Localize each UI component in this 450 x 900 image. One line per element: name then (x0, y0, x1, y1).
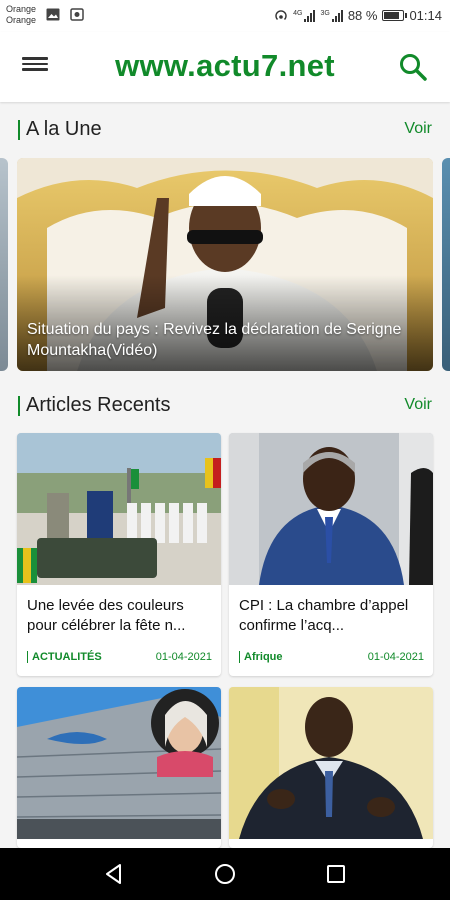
article-category[interactable]: Afrique (239, 651, 283, 663)
app-title: www.actu7.net (115, 48, 335, 83)
status-right: 4G 3G 88 % 01:14 (274, 8, 442, 23)
headline-caption: Situation du pays : Revivez la déclarati… (27, 321, 402, 359)
previous-slide-peek[interactable] (0, 158, 8, 371)
article-thumbnail (17, 433, 221, 585)
article-card[interactable]: CPI : La chambre d’appel confirme l’acq.… (229, 433, 433, 676)
article-card[interactable] (229, 687, 433, 848)
gallery-notification-icon (46, 8, 60, 21)
article-thumbnail (229, 433, 433, 585)
home-circle-icon[interactable] (213, 862, 237, 886)
carrier-2: Orange (6, 15, 37, 25)
recents-square-icon[interactable] (324, 862, 348, 886)
recent-section-title: Articles Recents (26, 394, 171, 416)
section-accent-bar (18, 120, 20, 140)
search-icon[interactable] (398, 52, 428, 82)
article-date: 01-04-2021 (155, 651, 212, 663)
headline-slide[interactable]: Situation du pays : Revivez la déclarati… (17, 158, 433, 371)
back-triangle-icon[interactable] (102, 862, 126, 886)
sim2-network-type: 3G (320, 9, 330, 17)
signal-icon-sim1: 4G (293, 9, 316, 22)
screenshot-notification-icon (70, 8, 84, 21)
carrier-labels: Orange Orange (6, 4, 36, 26)
system-navigation-bar (0, 848, 450, 900)
headline-section-header: A la Une Voir (0, 114, 450, 144)
section-accent-bar (18, 396, 20, 416)
status-bar: Orange Orange 4G 3G 88 % 01:14 (0, 0, 450, 32)
headline-section-title: A la Une (26, 118, 102, 140)
app-bar: www.actu7.net (0, 32, 450, 102)
next-slide-peek[interactable] (442, 158, 450, 371)
article-title: CPI : La chambre d’appel confirme l’acq.… (239, 597, 409, 634)
signal-icon-sim2: 3G (320, 9, 343, 22)
article-card[interactable] (17, 687, 221, 848)
article-card[interactable]: Une levée des couleurs pour célébrer la … (17, 433, 221, 676)
article-category[interactable]: ACTUALITÉS (27, 651, 102, 663)
recent-section-header: Articles Recents Voir (0, 390, 450, 420)
hotspot-icon (275, 10, 287, 20)
battery-icon (382, 10, 408, 21)
headline-carousel[interactable]: Situation du pays : Revivez la déclarati… (0, 158, 450, 371)
carrier-1: Orange (6, 4, 37, 14)
recent-see-all-link[interactable]: Voir (404, 396, 432, 414)
article-thumbnail (17, 687, 221, 839)
battery-percent: 88 % (347, 8, 378, 23)
sim1-network-type: 4G (293, 9, 303, 17)
article-title: Une levée des couleurs pour célébrer la … (27, 597, 186, 634)
clock: 01:14 (409, 8, 442, 23)
article-date: 01-04-2021 (367, 651, 424, 663)
article-thumbnail (229, 687, 433, 839)
headline-see-all-link[interactable]: Voir (404, 120, 432, 138)
